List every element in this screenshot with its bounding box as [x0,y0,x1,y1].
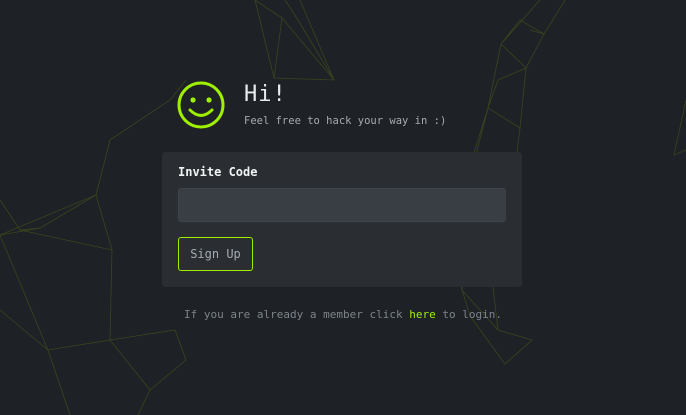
hero-text: Hi! Feel free to hack your way in :) [244,80,446,127]
login-note: If you are already a member click here t… [0,308,686,321]
login-note-text-after: to login. [435,308,502,321]
hero: Hi! Feel free to hack your way in :) [176,80,446,130]
smiley-icon [177,81,225,129]
invite-card: Invite Code Sign Up [162,152,522,287]
invite-page: Hi! Feel free to hack your way in :) Inv… [0,0,686,415]
login-note-text-before: If you are already a member click [184,308,410,321]
page-title: Hi! [244,82,287,107]
invite-code-label: Invite Code [178,165,258,179]
page-subtitle: Feel free to hack your way in :) [244,115,447,127]
invite-code-input[interactable] [178,188,506,222]
login-link[interactable]: here [409,308,436,321]
sign-up-button[interactable]: Sign Up [178,237,253,271]
